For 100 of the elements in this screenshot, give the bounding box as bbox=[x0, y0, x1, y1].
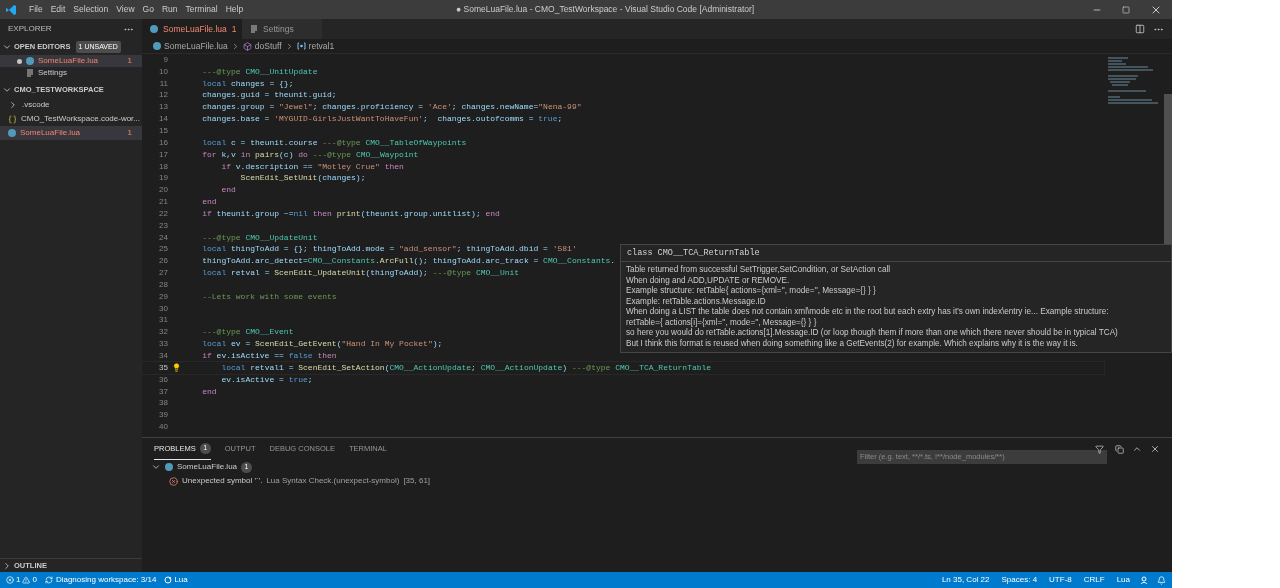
hover-description-line: When doing a LIST the table does not contain xml\mode etc in the root but each extry has it's own index\entry ie... Example structure: bbox=[626, 307, 1110, 318]
line-number: 15 bbox=[158, 125, 169, 137]
window-title: ● SomeLuaFile.lua - CMO_TestWorkspace - Visual Studio Code [Administrator] bbox=[456, 3, 755, 16]
tab-problem-count: 1 bbox=[231, 22, 237, 36]
problem-row[interactable]: Unexpected symbol '`'. Lua Syntax Check.(unexpect-symbol) [35, 61] bbox=[154, 474, 1160, 488]
code-text: changes.group = "Jewel"; changes.proficiency = 'Ace'; changes.newName="Nena-99" bbox=[201, 101, 582, 114]
line-number: 12 bbox=[158, 89, 169, 102]
problem-location: [35, 61] bbox=[403, 475, 431, 487]
editor-tab[interactable]: Settings bbox=[242, 19, 322, 39]
line-number: 40 bbox=[158, 421, 169, 434]
status-item[interactable]: UTF-8 bbox=[1047, 574, 1074, 586]
code-text: ev.isActive = true; bbox=[220, 373, 313, 386]
line-number: 22 bbox=[158, 207, 169, 220]
language-server-status[interactable]: Lua bbox=[164, 574, 188, 586]
file-tree-item[interactable]: SomeLuaFile.lua 1 bbox=[0, 126, 142, 140]
hover-description-line: retTable={ actions[i]={xml='', mode='', Message={} } } bbox=[626, 317, 818, 328]
hover-description-line: Table returned from successful SetTrigger,SetCondition, or SetAction call bbox=[626, 265, 892, 276]
code-text: local c = theunit.course ---@type CMO__TableOfWaypoints bbox=[201, 136, 467, 149]
chevron-down-icon bbox=[2, 42, 12, 52]
menu-item[interactable]: Help bbox=[221, 3, 248, 16]
status-item[interactable]: CRLF bbox=[1081, 574, 1107, 586]
file-tree-item[interactable]: .vscode bbox=[0, 98, 142, 112]
line-number: 18 bbox=[158, 160, 169, 173]
line-number: 32 bbox=[158, 326, 169, 339]
close-icon[interactable] bbox=[1150, 444, 1160, 454]
collapse-all-icon[interactable] bbox=[1115, 444, 1124, 454]
status-item[interactable]: Spaces: 4 bbox=[999, 574, 1040, 586]
split-editor-icon[interactable] bbox=[1135, 24, 1145, 34]
line-number: 25 bbox=[158, 243, 169, 256]
line-number: 11 bbox=[158, 77, 169, 90]
hover-signature: class CMO__TCA_ReturnTable bbox=[627, 247, 760, 259]
scrollbar-drawing[interactable] bbox=[1164, 94, 1172, 244]
code-text: local retval1 = ScenEdit_SetAction(CMO__ActionUpdate; CMO__ActionUpdate) ---@type CMO__TCA_ReturnTable bbox=[220, 361, 712, 374]
problem-count: 1 bbox=[127, 127, 132, 139]
notification-bell-icon[interactable] bbox=[1157, 575, 1166, 585]
open-editor-item[interactable]: Settings bbox=[0, 67, 142, 79]
menu-item[interactable]: Run bbox=[157, 3, 182, 16]
cube-icon bbox=[242, 41, 252, 51]
chevron-up-icon[interactable] bbox=[1132, 444, 1142, 454]
problem-source: Lua Syntax Check.(unexpect-symbol) bbox=[266, 475, 400, 487]
line-number: 36 bbox=[158, 373, 169, 386]
code-text: local thingToAdd = {}; thingToAdd.mode = "add_sensor"; thingToAdd.dbid = '581' bbox=[201, 243, 577, 256]
line-number: 9 bbox=[162, 53, 169, 66]
code-text: ---@type CMO__UnitUpdate bbox=[201, 65, 318, 78]
warning-icon bbox=[22, 576, 31, 584]
breadcrumb-item[interactable]: doStuff bbox=[242, 39, 282, 53]
line-number: 21 bbox=[158, 196, 169, 209]
hover-description-line: so here you would do retTable.actions[1].Message.ID (or loop though them if more than one which there never should be in typical TCA) bbox=[626, 328, 1119, 339]
code-logo-icon bbox=[5, 3, 17, 16]
file-tree-item[interactable]: CMO_TestWorkspace.code-wor... bbox=[0, 112, 142, 126]
line-number: 31 bbox=[158, 314, 169, 327]
hover-description-line: When doing and ADD,UPDATE or REMOVE. bbox=[626, 275, 791, 286]
lightbulb-icon[interactable] bbox=[172, 363, 181, 373]
open-editor-item[interactable]: SomeLuaFile.lua 1 bbox=[0, 55, 142, 67]
chevron-right-icon bbox=[8, 100, 18, 110]
brackets-icon bbox=[296, 42, 306, 50]
line-number: 19 bbox=[158, 172, 169, 185]
chevron-right-icon bbox=[2, 560, 12, 571]
line-number: 10 bbox=[158, 65, 169, 78]
code-text: local retval = ScenEdit_UpdateUnit(thingToAdd); ---@type CMO__Unit bbox=[201, 267, 520, 280]
line-number: 23 bbox=[158, 219, 169, 232]
editor-tab[interactable]: SomeLuaFile.lua 1 bbox=[142, 19, 242, 39]
code-text: ---@type CMO__Event bbox=[201, 326, 294, 339]
error-icon bbox=[169, 476, 178, 486]
line-number: 26 bbox=[158, 255, 169, 268]
task-status[interactable]: Diagnosing workspace: 3/14 bbox=[44, 574, 157, 586]
sync-icon bbox=[44, 576, 53, 584]
menu-item[interactable]: Selection bbox=[69, 3, 113, 16]
status-item[interactable]: Ln 35, Col 22 bbox=[939, 574, 992, 586]
code-text: ScenEdit_SetUnit(changes); bbox=[239, 172, 366, 185]
menu-item[interactable]: Edit bbox=[46, 3, 70, 16]
menu-item[interactable]: Terminal bbox=[181, 3, 222, 16]
problem-count: 1 bbox=[127, 55, 132, 67]
status-item[interactable]: Lua bbox=[1114, 574, 1132, 586]
code-text: ---@type CMO__UpdateUnit bbox=[201, 231, 318, 244]
code-text: for k,v in pairs(c) do ---@type CMO__Waypoint bbox=[201, 148, 419, 161]
line-number: 35 bbox=[158, 361, 169, 374]
line-number: 38 bbox=[158, 397, 169, 410]
line-number: 30 bbox=[158, 302, 169, 315]
menu-item[interactable]: File bbox=[25, 3, 47, 16]
problems-status[interactable]: 1 0 bbox=[6, 574, 37, 586]
maximize-icon[interactable] bbox=[1122, 5, 1130, 14]
code-text: end bbox=[201, 385, 217, 398]
line-number: 33 bbox=[158, 338, 169, 351]
line-number: 17 bbox=[158, 148, 169, 161]
code-text: if v.description == "Motley Crue" then bbox=[220, 160, 404, 173]
menu-item[interactable]: View bbox=[112, 3, 139, 16]
breadcrumb-item[interactable]: SomeLuaFile.lua bbox=[153, 39, 228, 53]
hover-description-line: Example: retTable.actions.Message.ID bbox=[626, 296, 767, 307]
line-number: 20 bbox=[158, 184, 169, 197]
breadcrumb-item[interactable]: retval1 bbox=[296, 39, 335, 53]
code-text: --Lets work with some events bbox=[201, 290, 337, 303]
code-text: end bbox=[220, 184, 236, 197]
filter-icon[interactable] bbox=[1095, 444, 1104, 454]
line-number: 37 bbox=[158, 385, 169, 398]
code-text: changes.guid = theunit.guid; bbox=[201, 89, 337, 102]
chevron-down-icon bbox=[151, 462, 161, 472]
menu-item[interactable]: Go bbox=[138, 3, 158, 16]
hover-description-line: But I think this format is reused when doing something like a GetEvents(2) for example. Which explains why it is the way it is. bbox=[626, 338, 1079, 349]
code-text: changes.base = 'MYGUID-GirlsJustWantToHaveFun'; changes.outofcomms = true; bbox=[201, 113, 563, 126]
